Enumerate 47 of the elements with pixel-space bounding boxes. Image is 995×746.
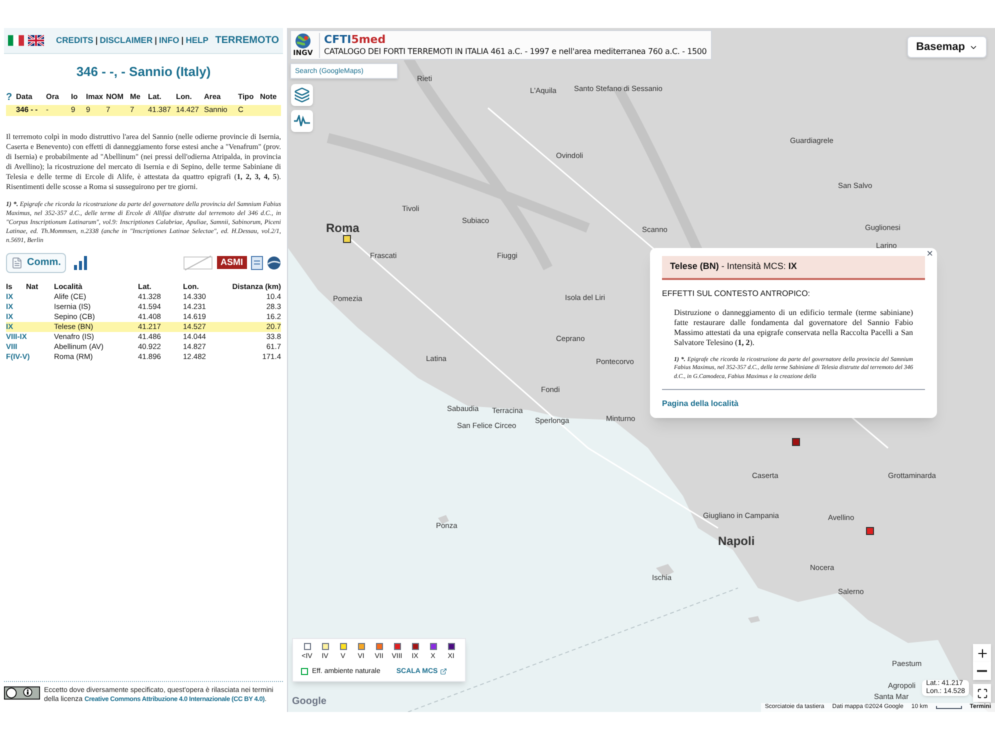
basemap-button[interactable]: Basemap bbox=[907, 36, 987, 58]
nav-link[interactable]: INFO bbox=[158, 34, 180, 47]
external-link-icon bbox=[440, 668, 447, 676]
help-icon[interactable]: ? bbox=[6, 90, 16, 104]
italian-flag-icon[interactable] bbox=[8, 35, 24, 46]
close-button[interactable]: × bbox=[926, 246, 933, 262]
nav-link[interactable]: DISCLAIMER bbox=[100, 34, 153, 47]
seismogram-button[interactable] bbox=[291, 110, 313, 132]
natural-effects-swatch bbox=[301, 668, 308, 676]
fullscreen-button[interactable] bbox=[973, 684, 991, 702]
brand-title: CFTI5med bbox=[324, 32, 387, 46]
creative-commons-badge-icon[interactable] bbox=[4, 686, 40, 700]
popup-title: Telese (BN) - Intensità MCS: IX bbox=[662, 256, 925, 280]
british-flag-icon[interactable] bbox=[28, 35, 44, 46]
nav-link[interactable]: CREDITS bbox=[56, 34, 94, 47]
zoom-in-button[interactable] bbox=[973, 644, 991, 662]
layers-icon bbox=[294, 87, 310, 103]
asmi-logo[interactable]: ASMI bbox=[216, 256, 247, 269]
scale-bar bbox=[936, 706, 962, 709]
document-icon bbox=[11, 256, 23, 268]
separator-text: | bbox=[154, 34, 157, 47]
layers-button[interactable] bbox=[291, 84, 313, 106]
locality-page-link[interactable]: Pagina della località bbox=[662, 398, 925, 410]
intensity-marker[interactable] bbox=[343, 235, 351, 243]
waveform-icon bbox=[294, 115, 310, 127]
commentary-button[interactable]: Comm. bbox=[6, 252, 66, 272]
catalog-subtitle: CATALOGO DEI FORTI TERREMOTI IN ITALIA 461 a.C. - 1997 e nell'area mediterranea 760 a.C. - 1500 bbox=[324, 46, 707, 58]
separator-text: | bbox=[95, 34, 98, 47]
globe-logo-icon bbox=[295, 33, 311, 49]
earthquake-title: 346 - -, - Sannio (Italy) bbox=[75, 63, 212, 81]
section-title: TERREMOTO bbox=[215, 34, 279, 48]
globe-icon[interactable] bbox=[267, 256, 281, 270]
section-heading: EFFETTI SUL CONTESTO ANTROPICO: bbox=[662, 288, 812, 300]
place-label: Roma bbox=[326, 220, 360, 237]
effects-paragraph: Distruzione o danneggiamento di un edificio termale (terme sabiniane) fatte restaurare dalle fondamenta dal governatore del Sannio Fabio Massimo attestati da una epigrafe conservata nella Raccolta Pacelli a San Salvatore Telesino (1, 2). bbox=[673, 308, 914, 348]
intensity-marker[interactable] bbox=[866, 527, 874, 535]
nav-link[interactable]: HELP bbox=[186, 34, 208, 47]
signal-bars-icon[interactable] bbox=[74, 256, 88, 270]
place-label: Napoli bbox=[718, 533, 755, 550]
intensity-marker[interactable] bbox=[792, 438, 800, 446]
zoom-out-button[interactable] bbox=[973, 662, 991, 680]
separator-text: | bbox=[181, 34, 184, 47]
document-icon[interactable] bbox=[251, 256, 263, 270]
plus-icon bbox=[976, 646, 988, 660]
fullscreen-icon bbox=[976, 688, 988, 698]
google-logo: Google bbox=[292, 695, 326, 709]
minus-icon bbox=[977, 670, 987, 672]
